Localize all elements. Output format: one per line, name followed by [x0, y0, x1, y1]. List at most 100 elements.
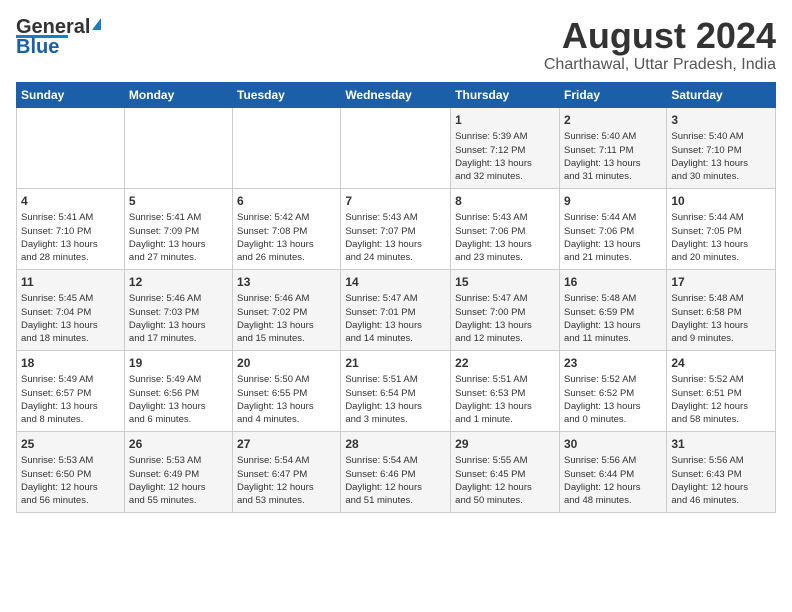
day-info: Sunrise: 5:53 AM Sunset: 6:49 PM Dayligh… [129, 455, 206, 506]
day-number: 3 [671, 112, 771, 129]
day-number: 25 [21, 436, 120, 453]
day-info: Sunrise: 5:46 AM Sunset: 7:02 PM Dayligh… [237, 293, 314, 344]
page-subtitle: Charthawal, Uttar Pradesh, India [544, 56, 776, 74]
day-info: Sunrise: 5:48 AM Sunset: 6:58 PM Dayligh… [671, 293, 748, 344]
calendar-cell: 16Sunrise: 5:48 AM Sunset: 6:59 PM Dayli… [559, 269, 666, 350]
calendar-cell: 24Sunrise: 5:52 AM Sunset: 6:51 PM Dayli… [667, 350, 776, 431]
day-number: 1 [455, 112, 555, 129]
calendar-cell: 12Sunrise: 5:46 AM Sunset: 7:03 PM Dayli… [124, 269, 232, 350]
calendar-cell: 15 Sunrise: 5:47 AM Sunset: 7:00 PM Dayli… [451, 269, 560, 350]
calendar-cell [233, 107, 341, 188]
calendar-cell: 7 Sunrise: 5:43 AM Sunset: 7:07 PM Daylig… [341, 188, 451, 269]
calendar-cell: 10 Sunrise: 5:44 AM Sunset: 7:05 PM Dayli… [667, 188, 776, 269]
calendar-cell: 13 Sunrise: 5:46 AM Sunset: 7:02 PM Dayli… [233, 269, 341, 350]
day-number: 9 [564, 193, 662, 210]
column-header-tuesday: Tuesday [233, 82, 341, 107]
calendar-cell: 30Sunrise: 5:56 AM Sunset: 6:44 PM Dayli… [559, 431, 666, 512]
day-info: Sunrise: 5:54 AM Sunset: 6:47 PM Dayligh… [237, 455, 314, 506]
calendar-cell: 29 Sunrise: 5:55 AM Sunset: 6:45 PM Dayli… [451, 431, 560, 512]
day-number: 5 [129, 193, 228, 210]
week-row-2: 4 Sunrise: 5:41 AM Sunset: 7:10 PM Daylig… [17, 188, 776, 269]
calendar-cell: 19Sunrise: 5:49 AM Sunset: 6:56 PM Dayli… [124, 350, 232, 431]
day-number: 14 [345, 274, 446, 291]
day-info: Sunrise: 5:43 AM Sunset: 7:07 PM Dayligh… [345, 212, 422, 263]
day-number: 21 [345, 355, 446, 372]
day-number: 26 [129, 436, 228, 453]
day-number: 18 [21, 355, 120, 372]
calendar-cell: 27 Sunrise: 5:54 AM Sunset: 6:47 PM Dayli… [233, 431, 341, 512]
day-info: Sunrise: 5:56 AM Sunset: 6:43 PM Dayligh… [671, 455, 748, 506]
day-info: Sunrise: 5:40 AM Sunset: 7:11 PM Dayligh… [564, 131, 641, 182]
day-info: Sunrise: 5:39 AM Sunset: 7:12 PM Dayligh… [455, 131, 532, 182]
calendar-cell: 20 Sunrise: 5:50 AM Sunset: 6:55 PM Dayli… [233, 350, 341, 431]
day-number: 28 [345, 436, 446, 453]
calendar-cell: 23 Sunrise: 5:52 AM Sunset: 6:52 PM Dayli… [559, 350, 666, 431]
calendar-table: SundayMondayTuesdayWednesdayThursdayFrid… [16, 82, 776, 513]
calendar-cell: 6 Sunrise: 5:42 AM Sunset: 7:08 PM Daylig… [233, 188, 341, 269]
day-info: Sunrise: 5:51 AM Sunset: 6:53 PM Dayligh… [455, 374, 532, 425]
day-info: Sunrise: 5:45 AM Sunset: 7:04 PM Dayligh… [21, 293, 98, 344]
day-info: Sunrise: 5:44 AM Sunset: 7:06 PM Dayligh… [564, 212, 641, 263]
logo: General Blue [16, 16, 101, 59]
column-header-sunday: Sunday [17, 82, 125, 107]
calendar-cell: 8Sunrise: 5:43 AM Sunset: 7:06 PM Daylig… [451, 188, 560, 269]
title-block: August 2024 Charthawal, Uttar Pradesh, I… [544, 16, 776, 74]
day-number: 22 [455, 355, 555, 372]
week-row-4: 18 Sunrise: 5:49 AM Sunset: 6:57 PM Dayli… [17, 350, 776, 431]
day-info: Sunrise: 5:53 AM Sunset: 6:50 PM Dayligh… [21, 455, 98, 506]
day-number: 13 [237, 274, 336, 291]
day-number: 6 [237, 193, 336, 210]
calendar-cell [124, 107, 232, 188]
day-number: 17 [671, 274, 771, 291]
day-number: 15 [455, 274, 555, 291]
page-title: August 2024 [544, 16, 776, 56]
calendar-cell: 1 Sunrise: 5:39 AM Sunset: 7:12 PM Daylig… [451, 107, 560, 188]
calendar-cell: 5 Sunrise: 5:41 AM Sunset: 7:09 PM Daylig… [124, 188, 232, 269]
column-header-thursday: Thursday [451, 82, 560, 107]
calendar-cell: 31 Sunrise: 5:56 AM Sunset: 6:43 PM Dayli… [667, 431, 776, 512]
calendar-cell: 28 Sunrise: 5:54 AM Sunset: 6:46 PM Dayli… [341, 431, 451, 512]
day-info: Sunrise: 5:44 AM Sunset: 7:05 PM Dayligh… [671, 212, 748, 263]
calendar-cell [341, 107, 451, 188]
calendar-cell: 14 Sunrise: 5:47 AM Sunset: 7:01 PM Dayli… [341, 269, 451, 350]
day-info: Sunrise: 5:48 AM Sunset: 6:59 PM Dayligh… [564, 293, 641, 344]
day-number: 11 [21, 274, 120, 291]
day-info: Sunrise: 5:41 AM Sunset: 7:09 PM Dayligh… [129, 212, 206, 263]
day-info: Sunrise: 5:52 AM Sunset: 6:52 PM Dayligh… [564, 374, 641, 425]
day-number: 23 [564, 355, 662, 372]
calendar-cell: 21 Sunrise: 5:51 AM Sunset: 6:54 PM Dayli… [341, 350, 451, 431]
week-row-5: 25 Sunrise: 5:53 AM Sunset: 6:50 PM Dayli… [17, 431, 776, 512]
day-info: Sunrise: 5:51 AM Sunset: 6:54 PM Dayligh… [345, 374, 422, 425]
day-number: 20 [237, 355, 336, 372]
logo-blue: Blue [16, 36, 59, 59]
day-info: Sunrise: 5:47 AM Sunset: 7:01 PM Dayligh… [345, 293, 422, 344]
day-number: 2 [564, 112, 662, 129]
day-info: Sunrise: 5:54 AM Sunset: 6:46 PM Dayligh… [345, 455, 422, 506]
day-info: Sunrise: 5:49 AM Sunset: 6:57 PM Dayligh… [21, 374, 98, 425]
calendar-cell: 25 Sunrise: 5:53 AM Sunset: 6:50 PM Dayli… [17, 431, 125, 512]
day-info: Sunrise: 5:42 AM Sunset: 7:08 PM Dayligh… [237, 212, 314, 263]
day-number: 4 [21, 193, 120, 210]
calendar-cell: 26 Sunrise: 5:53 AM Sunset: 6:49 PM Dayli… [124, 431, 232, 512]
calendar-cell: 17 Sunrise: 5:48 AM Sunset: 6:58 PM Dayli… [667, 269, 776, 350]
day-number: 10 [671, 193, 771, 210]
calendar-cell [17, 107, 125, 188]
day-number: 27 [237, 436, 336, 453]
day-info: Sunrise: 5:47 AM Sunset: 7:00 PM Dayligh… [455, 293, 532, 344]
calendar-cell: 11 Sunrise: 5:45 AM Sunset: 7:04 PM Dayli… [17, 269, 125, 350]
day-info: Sunrise: 5:50 AM Sunset: 6:55 PM Dayligh… [237, 374, 314, 425]
day-info: Sunrise: 5:56 AM Sunset: 6:44 PM Dayligh… [564, 455, 641, 506]
day-number: 12 [129, 274, 228, 291]
calendar-cell: 4 Sunrise: 5:41 AM Sunset: 7:10 PM Daylig… [17, 188, 125, 269]
page-header: General Blue August 2024 Charthawal, Utt… [16, 16, 776, 74]
day-number: 7 [345, 193, 446, 210]
calendar-cell: 18 Sunrise: 5:49 AM Sunset: 6:57 PM Dayli… [17, 350, 125, 431]
day-info: Sunrise: 5:55 AM Sunset: 6:45 PM Dayligh… [455, 455, 532, 506]
day-info: Sunrise: 5:41 AM Sunset: 7:10 PM Dayligh… [21, 212, 98, 263]
day-number: 29 [455, 436, 555, 453]
day-number: 8 [455, 193, 555, 210]
day-info: Sunrise: 5:52 AM Sunset: 6:51 PM Dayligh… [671, 374, 748, 425]
day-number: 19 [129, 355, 228, 372]
column-header-friday: Friday [559, 82, 666, 107]
day-number: 31 [671, 436, 771, 453]
